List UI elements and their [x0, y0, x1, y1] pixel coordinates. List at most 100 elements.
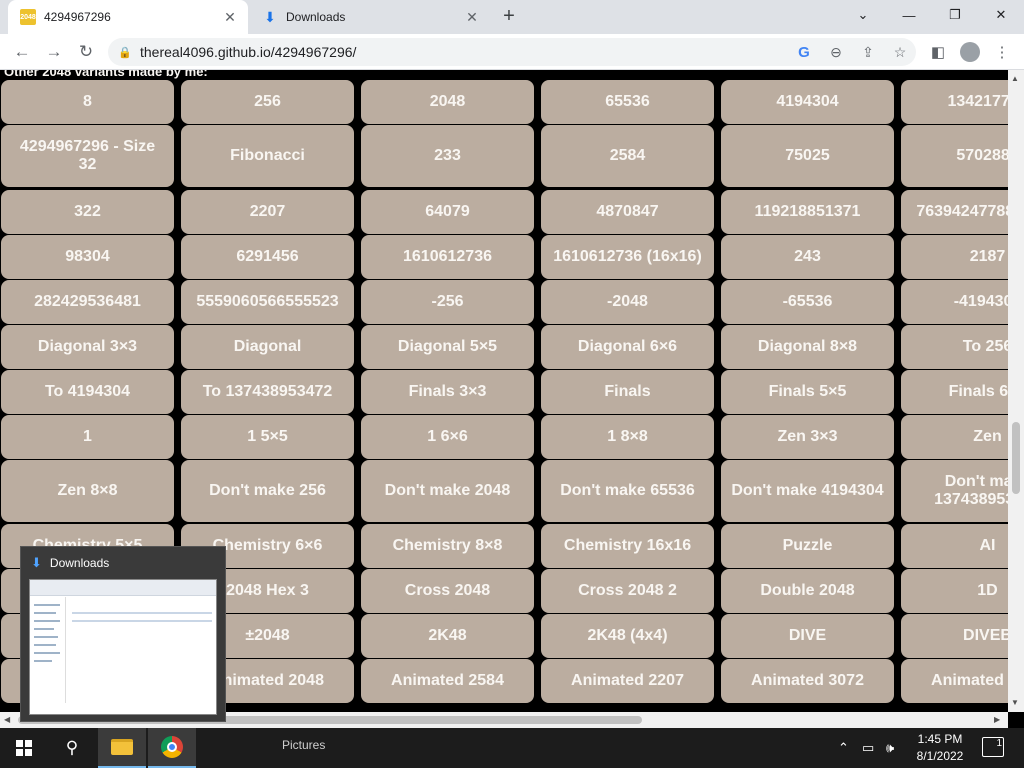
variant-button[interactable]: Animated 4096	[901, 659, 1008, 703]
variant-button[interactable]: Fibonacci	[181, 125, 354, 187]
menu-kebab-icon[interactable]: ⋮	[988, 38, 1016, 66]
preview-thumbnail[interactable]	[29, 579, 217, 715]
variant-button[interactable]: -2048	[541, 280, 714, 324]
variant-button[interactable]: Diagonal	[181, 325, 354, 369]
variant-button[interactable]: Don't make 65536	[541, 460, 714, 522]
variant-button[interactable]: Finals 6×6	[901, 370, 1008, 414]
tab-downloads[interactable]: ⬇ Downloads ✕	[250, 0, 490, 34]
variant-button[interactable]: Finals 3×3	[361, 370, 534, 414]
variant-button[interactable]: 1 8×8	[541, 415, 714, 459]
variant-button[interactable]: 1 6×6	[361, 415, 534, 459]
variant-button[interactable]: 2K48 (4x4)	[541, 614, 714, 658]
variant-button[interactable]: 7639424778862807	[901, 190, 1008, 234]
variant-button[interactable]: 4194304	[721, 80, 894, 124]
side-panel-icon[interactable]: ◧	[924, 38, 952, 66]
variant-button[interactable]: Don't make 2048	[361, 460, 534, 522]
variant-button[interactable]: 2048	[361, 80, 534, 124]
close-icon[interactable]: ✕	[464, 9, 480, 25]
start-button[interactable]	[0, 728, 48, 768]
reload-icon[interactable]: ↻	[72, 38, 100, 66]
variant-button[interactable]: -256	[361, 280, 534, 324]
window-close-button[interactable]: ✕	[978, 0, 1024, 30]
scroll-up-icon[interactable]: ▲	[1011, 74, 1019, 83]
variant-button[interactable]: 1	[1, 415, 174, 459]
variant-button[interactable]: -4194304	[901, 280, 1008, 324]
variant-button[interactable]: 119218851371	[721, 190, 894, 234]
downloads-window-preview[interactable]: ⬇ Downloads	[20, 546, 226, 722]
variant-button[interactable]: DIVE	[721, 614, 894, 658]
variant-button[interactable]: Don't make 256	[181, 460, 354, 522]
variant-button[interactable]: 2K48	[361, 614, 534, 658]
variant-button[interactable]: -65536	[721, 280, 894, 324]
vertical-scroll-thumb[interactable]	[1012, 422, 1020, 494]
minimize-button[interactable]: —	[886, 0, 932, 30]
chrome-taskbar-button[interactable]	[148, 728, 196, 768]
show-hidden-icons-chevron-icon[interactable]: ⌃	[838, 728, 856, 768]
variant-button[interactable]: Zen 8×8	[1, 460, 174, 522]
variant-button[interactable]: AI	[901, 524, 1008, 568]
variant-button[interactable]: Chemistry 16x16	[541, 524, 714, 568]
variant-button[interactable]: 98304	[1, 235, 174, 279]
variant-button[interactable]: Chemistry 8×8	[361, 524, 534, 568]
variant-button[interactable]: Finals	[541, 370, 714, 414]
network-icon[interactable]: ▭	[862, 728, 880, 768]
variant-button[interactable]: 1D	[901, 569, 1008, 613]
variant-button[interactable]: Don't make 4194304	[721, 460, 894, 522]
close-icon[interactable]: ✕	[222, 9, 238, 25]
vertical-scrollbar[interactable]: ▲ ▼	[1008, 70, 1024, 712]
profile-avatar[interactable]	[956, 38, 984, 66]
variant-button[interactable]: 1610612736	[361, 235, 534, 279]
url-text[interactable]: thereal4096.github.io/4294967296/	[140, 44, 788, 60]
variant-button[interactable]: 64079	[361, 190, 534, 234]
zoom-icon[interactable]: ⊖	[820, 38, 852, 66]
variant-button[interactable]: Animated 2584	[361, 659, 534, 703]
notification-center-icon[interactable]: 1	[982, 737, 1004, 757]
variant-button[interactable]: 4870847	[541, 190, 714, 234]
variant-button[interactable]: 233	[361, 125, 534, 187]
volume-icon[interactable]: 🕪	[886, 728, 904, 768]
variant-button[interactable]: Animated 2207	[541, 659, 714, 703]
variant-button[interactable]: 134217728	[901, 80, 1008, 124]
back-arrow-icon[interactable]: ←	[8, 38, 36, 66]
variant-button[interactable]: 256	[181, 80, 354, 124]
variant-button[interactable]: Cross 2048	[361, 569, 534, 613]
bookmark-star-icon[interactable]: ☆	[884, 38, 916, 66]
scroll-right-icon[interactable]: ▶	[994, 715, 1000, 724]
variant-button[interactable]: Finals 5×5	[721, 370, 894, 414]
variant-button[interactable]: 5559060566555523	[181, 280, 354, 324]
variant-button[interactable]: Double 2048	[721, 569, 894, 613]
variant-button[interactable]: Don't make 137438953472	[901, 460, 1008, 522]
variant-button[interactable]: 1610612736 (16x16)	[541, 235, 714, 279]
variant-button[interactable]: To 4194304	[1, 370, 174, 414]
tab-4294967296[interactable]: 2048 4294967296 ✕	[8, 0, 248, 34]
variant-button[interactable]: Cross 2048 2	[541, 569, 714, 613]
file-explorer-taskbar-button[interactable]	[98, 728, 146, 768]
variant-button[interactable]: 282429536481	[1, 280, 174, 324]
variant-button[interactable]: Animated 3072	[721, 659, 894, 703]
variant-button[interactable]: 8	[1, 80, 174, 124]
system-clock[interactable]: 1:45 PM 8/1/2022	[908, 731, 972, 765]
forward-arrow-icon[interactable]: →	[40, 38, 68, 66]
variant-button[interactable]: 2207	[181, 190, 354, 234]
address-bar[interactable]: 🔒 thereal4096.github.io/4294967296/ G ⊖ …	[108, 38, 916, 66]
variant-button[interactable]: 4294967296 - Size 32	[1, 125, 174, 187]
scroll-down-icon[interactable]: ▼	[1011, 698, 1019, 707]
variant-button[interactable]: Puzzle	[721, 524, 894, 568]
variant-button[interactable]: Zen 3×3	[721, 415, 894, 459]
variant-button[interactable]: To 137438953472	[181, 370, 354, 414]
variant-button[interactable]: 322	[1, 190, 174, 234]
tab-search-chevron-icon[interactable]: ⌄	[840, 0, 886, 30]
variant-button[interactable]: 2584	[541, 125, 714, 187]
share-icon[interactable]: ⇪	[852, 38, 884, 66]
search-icon[interactable]: ⚲	[48, 728, 96, 768]
variant-button[interactable]: 75025	[721, 125, 894, 187]
variant-button[interactable]: 6291456	[181, 235, 354, 279]
variant-button[interactable]: Zen	[901, 415, 1008, 459]
variant-button[interactable]: 1 5×5	[181, 415, 354, 459]
variant-button[interactable]: 243	[721, 235, 894, 279]
variant-button[interactable]: Diagonal 8×8	[721, 325, 894, 369]
variant-button[interactable]: Diagonal 5×5	[361, 325, 534, 369]
variant-button[interactable]: 5702887	[901, 125, 1008, 187]
lock-icon[interactable]: 🔒	[118, 46, 132, 59]
google-translate-icon[interactable]: G	[788, 38, 820, 66]
